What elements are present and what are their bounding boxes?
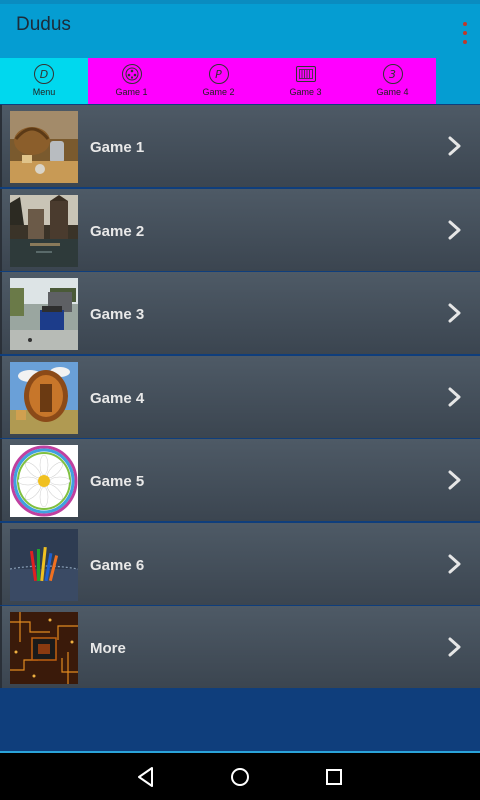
circle-d-icon: D [34,64,54,84]
back-icon[interactable] [134,765,158,789]
chevron-right-icon [448,387,461,406]
street-cart-image [10,278,78,350]
daisy-image [10,445,78,517]
list-item-game-5[interactable]: Game 5 [0,439,480,521]
tab-game-4[interactable]: 3 Game 4 [349,58,436,104]
ball-icon [121,64,142,84]
system-nav-bar [0,753,480,800]
tab-game-2[interactable]: P Game 2 [175,58,262,104]
list-item-label: Game 1 [90,139,145,156]
tab-game-1[interactable]: Game 1 [88,58,175,104]
list-item-label: Game 2 [90,222,145,240]
tab-label: Game 1 [115,87,148,97]
tab-label: Game 3 [289,87,322,97]
list-item-game-6[interactable]: Game 6 [0,522,480,605]
list-item-game-4[interactable]: Game 4 [0,355,480,438]
canal-town-image [10,194,78,267]
pencils-jeans-image [10,528,78,601]
overflow-menu-icon[interactable] [462,22,468,44]
tab-menu[interactable]: D Menu [0,58,88,104]
chevron-right-icon [448,220,461,239]
basket-picnic-image [10,111,78,183]
chevron-right-icon [448,470,461,490]
circle-p-icon: P [208,64,229,84]
list-item-label: More [90,640,126,657]
empty-area [0,688,480,752]
game-list: Game 1 Game 2 Game 3 Game 4 Game 5 Game … [0,105,480,690]
tab-game-3[interactable]: Game 3 [262,58,349,104]
tab-label: Game 2 [202,87,235,97]
chevron-right-icon [448,136,461,156]
app-title: Dudus [16,14,71,35]
list-item-game-1[interactable]: Game 1 [0,105,480,187]
list-item-label: Game 4 [90,389,145,407]
app-bar: Dudus [0,4,480,58]
barrel-sauna-image [10,361,78,434]
list-item-label: Game 3 [90,306,145,323]
tab-bar: D Menu Game 1 P Game 2 Game 3 3 Game 4 [0,58,480,104]
list-item-label: Game 5 [90,473,145,490]
list-item-label: Game 6 [90,556,145,574]
circuit-board-image [10,612,78,684]
tab-label: Game 4 [376,87,409,97]
chevron-right-icon [448,303,461,323]
chevron-right-icon [448,554,461,573]
list-item-game-3[interactable]: Game 3 [0,272,480,354]
grid-icon [295,66,316,82]
recents-icon[interactable] [322,765,346,789]
list-item-game-2[interactable]: Game 2 [0,188,480,271]
circle-3-icon: 3 [382,64,403,84]
home-icon[interactable] [228,765,252,789]
list-item-more[interactable]: More [0,606,480,688]
chevron-right-icon [448,637,461,657]
tab-label: Menu [32,87,56,97]
